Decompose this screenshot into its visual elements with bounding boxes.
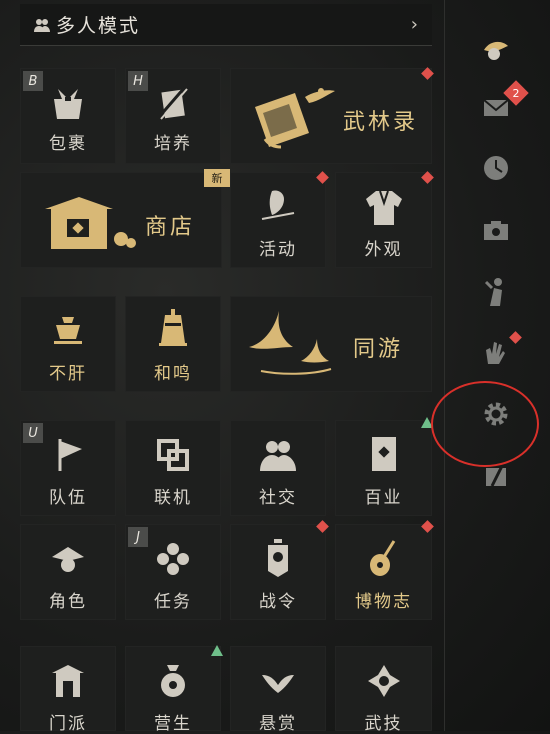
sidebar-divider [444,0,445,731]
pose-figure-icon[interactable] [480,276,512,308]
green-triangle-indicator [211,645,223,656]
tile-heming[interactable]: 和鸣 [125,296,221,392]
lantern-icon [268,539,288,577]
bird-on-branch-icon [261,190,295,220]
tile-label: 悬赏 [259,714,297,734]
shop-building-icon [45,197,136,249]
tea-cup-icon [54,317,82,344]
tile-renwu[interactable]: J 任务 [125,524,221,620]
tile-label: 武林录 [343,110,419,135]
hotkey-badge: U [23,423,43,443]
tile-label: 营生 [154,714,192,734]
bundle-icon [54,89,82,119]
tile-label: 和鸣 [154,364,192,384]
tile-label: 包裹 [49,134,87,154]
linked-squares-icon [157,439,189,471]
camera-icon[interactable] [480,214,512,246]
tile-juese[interactable]: 角色 [20,524,116,620]
flying-bird-icon [262,675,294,693]
tile-wulinlu[interactable]: 武林录 [230,68,432,164]
quest-flower-icon [157,543,189,575]
tile-yingsheng[interactable]: 营生 [125,646,221,734]
hotkey-badge: J [128,527,148,547]
pipa-instrument-icon [369,540,395,576]
tile-label: 队伍 [49,488,87,508]
red-annotation-circle [431,381,539,467]
tile-tongyou[interactable]: 同游 [230,296,432,392]
tile-label: 百业 [364,488,403,508]
tile-huodong[interactable]: 活动 [230,172,326,268]
tile-wuji[interactable]: 武技 [335,646,432,734]
tile-bugan[interactable]: 不肝 [20,296,116,392]
tile-label: 武技 [364,714,403,734]
tile-label: 战令 [259,592,297,612]
tile-label: 不肝 [49,364,87,384]
multiplayer-title: 多人模式 [56,15,141,37]
tile-label: 同游 [353,337,404,362]
hotkey-badge: H [128,71,148,91]
flag-icon [58,439,82,471]
clock-icon[interactable] [480,152,512,184]
tile-label: 培养 [154,134,192,154]
tile-peiyang[interactable]: H 培养 [125,68,221,164]
tile-label: 博物志 [355,592,412,612]
scroll-book-icon [255,88,335,149]
tile-xuanshang[interactable]: 悬赏 [230,646,326,734]
tile-baiye[interactable]: 百业 [335,420,432,516]
tile-label: 角色 [49,592,87,612]
banner-icon [371,437,396,471]
robe-icon [365,190,402,225]
multiplayer-icon [34,17,50,33]
tile-label: 商店 [145,215,196,240]
tile-label: 外观 [364,240,403,260]
emote-hand-icon[interactable] [480,336,512,368]
people-icon [260,441,296,471]
tile-label: 任务 [154,592,192,612]
tile-lianji[interactable]: 联机 [125,420,221,516]
chevron-right-icon: › [410,14,418,35]
gate-icon [52,665,84,697]
swirl-emblem-icon [367,665,400,697]
money-bag-icon [161,665,185,697]
hotkey-badge: B [23,71,43,91]
tile-waiguan[interactable]: 外观 [335,172,432,268]
character-hat-icon [52,547,84,572]
tile-duiwu[interactable]: U 队伍 [20,420,116,516]
tile-label: 门派 [49,714,87,734]
tile-zhanling[interactable]: 战令 [230,524,326,620]
tile-label: 社交 [259,488,297,508]
bell-icon [159,309,187,346]
tile-baoguo[interactable]: B 包裹 [20,68,116,164]
tile-label: 联机 [154,488,192,508]
tile-label: 活动 [259,240,297,260]
new-badge: 新 [204,169,230,187]
tile-menpai[interactable]: 门派 [20,646,116,734]
multiplayer-mode-bar[interactable]: 多人模式 › [20,4,432,46]
training-icon [157,86,188,120]
tile-bowuzhi[interactable]: 博物志 [335,524,432,620]
cranes-icon [249,311,332,375]
tile-shangdian[interactable]: 商店 [20,172,222,268]
tile-shejiao[interactable]: 社交 [230,420,326,516]
exit-door-icon[interactable] [480,460,512,492]
menu-fan-icon[interactable] [480,32,512,64]
